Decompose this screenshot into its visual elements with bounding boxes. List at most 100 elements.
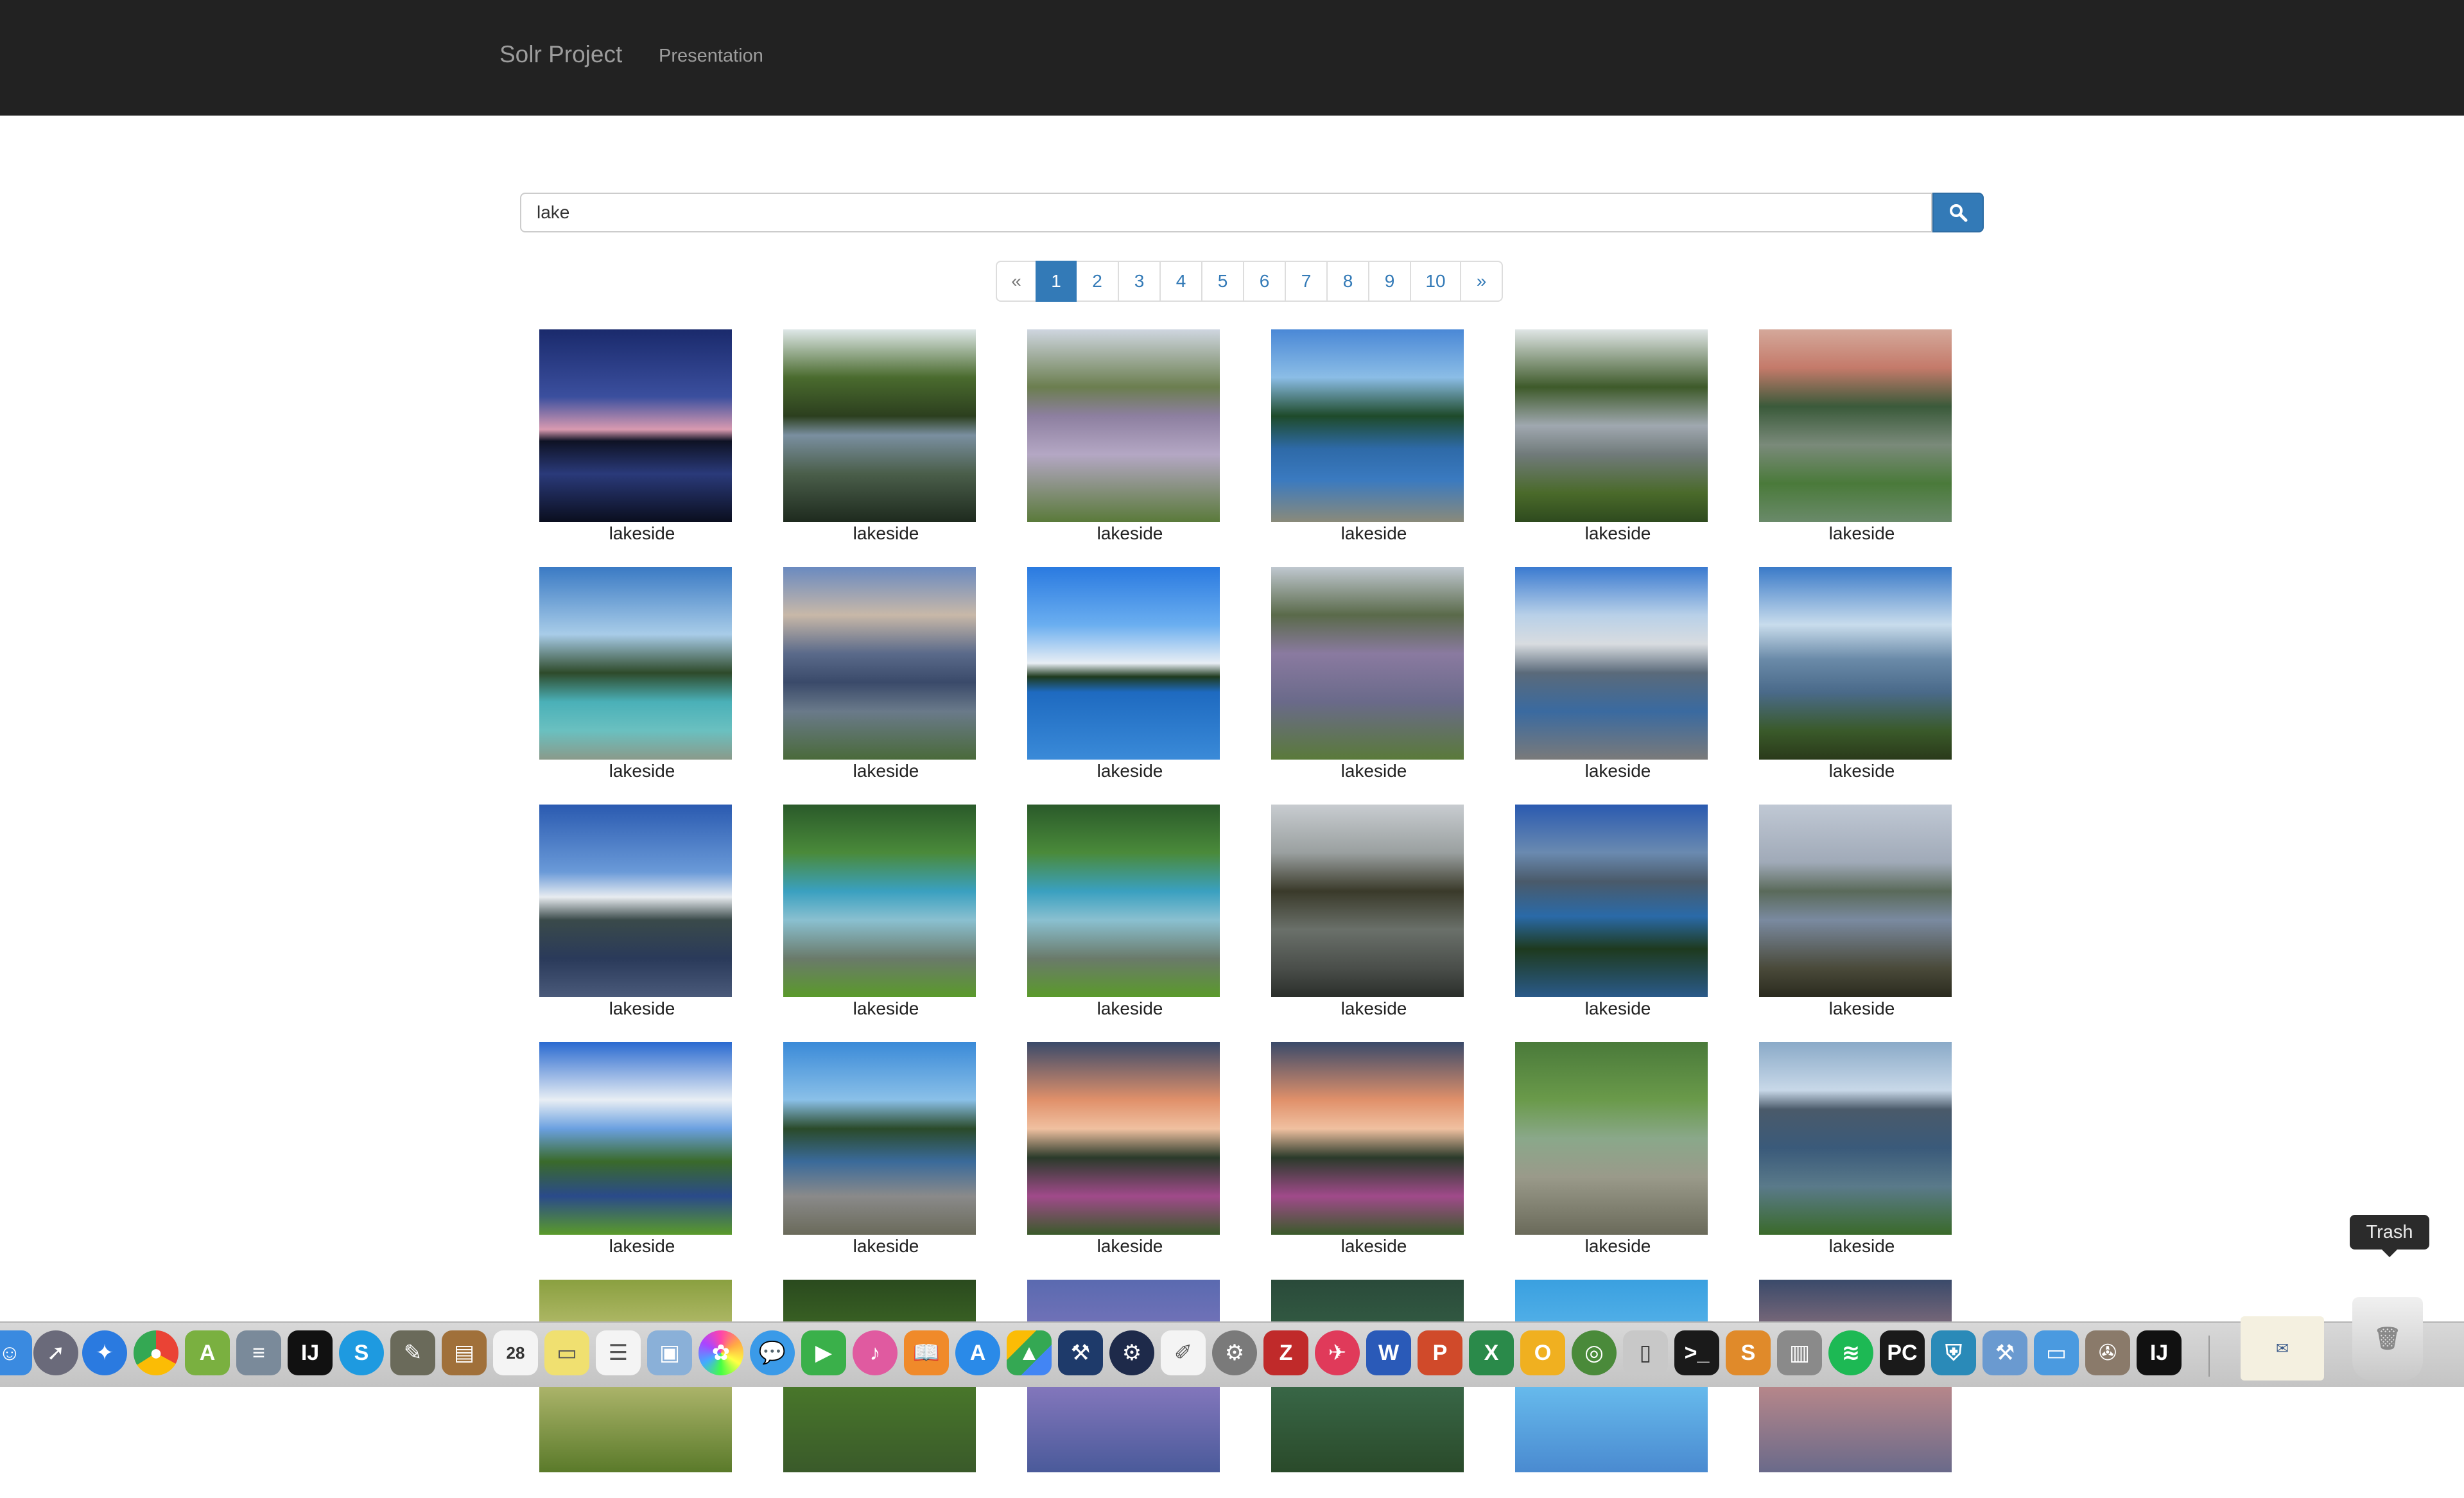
- preview-icon[interactable]: ▣: [647, 1330, 692, 1375]
- result-thumbnail[interactable]: [783, 329, 976, 522]
- result-thumbnail[interactable]: [1515, 567, 1708, 760]
- finder-icon[interactable]: ☺: [0, 1330, 32, 1375]
- notes-book-icon[interactable]: ▤: [442, 1330, 487, 1375]
- page-3[interactable]: 3: [1118, 261, 1161, 302]
- result-thumbnail[interactable]: [1759, 329, 1952, 522]
- google-drive-icon[interactable]: ▲: [1007, 1330, 1052, 1375]
- pycharm-icon[interactable]: PC: [1880, 1330, 1925, 1375]
- result-card[interactable]: [1271, 1280, 1464, 1498]
- page-prev[interactable]: «: [996, 261, 1037, 302]
- result-card[interactable]: lakeside: [539, 567, 732, 785]
- itunes-icon[interactable]: ♪: [853, 1330, 898, 1375]
- result-card[interactable]: lakeside: [783, 1042, 976, 1260]
- result-thumbnail[interactable]: [1759, 567, 1952, 760]
- result-thumbnail[interactable]: [1271, 805, 1464, 997]
- result-card[interactable]: lakeside: [1027, 329, 1220, 548]
- result-card[interactable]: [539, 1280, 732, 1498]
- notes-icon[interactable]: ▭: [544, 1330, 589, 1375]
- result-card[interactable]: lakeside: [1027, 567, 1220, 785]
- network-icon[interactable]: ◎: [1572, 1330, 1617, 1375]
- facetime-icon[interactable]: ▶: [801, 1330, 846, 1375]
- page-9[interactable]: 9: [1368, 261, 1411, 302]
- intellij-2-icon[interactable]: IJ: [2137, 1330, 2182, 1375]
- vpn-icon[interactable]: ⛨: [1931, 1330, 1976, 1375]
- result-card[interactable]: lakeside: [783, 805, 976, 1023]
- result-thumbnail[interactable]: [1027, 329, 1220, 522]
- result-thumbnail[interactable]: [539, 805, 732, 997]
- result-card[interactable]: lakeside: [539, 805, 732, 1023]
- intellij-icon[interactable]: IJ: [288, 1330, 333, 1375]
- spotify-icon[interactable]: ≋: [1828, 1330, 1873, 1375]
- page-2[interactable]: 2: [1075, 261, 1119, 302]
- page-5[interactable]: 5: [1201, 261, 1244, 302]
- android-studio-icon[interactable]: A: [185, 1330, 230, 1375]
- messages-icon[interactable]: 💬: [750, 1330, 795, 1375]
- page-next[interactable]: »: [1460, 261, 1503, 302]
- page-1[interactable]: 1: [1036, 261, 1077, 302]
- result-thumbnail[interactable]: [539, 1042, 732, 1235]
- result-thumbnail[interactable]: [1759, 1042, 1952, 1235]
- result-card[interactable]: lakeside: [1515, 567, 1708, 785]
- result-card[interactable]: lakeside: [539, 1042, 732, 1260]
- result-thumbnail[interactable]: [1027, 1042, 1220, 1235]
- result-card[interactable]: lakeside: [1271, 805, 1464, 1023]
- launchpad-icon[interactable]: ➚: [33, 1330, 78, 1375]
- result-thumbnail[interactable]: [1515, 805, 1708, 997]
- result-card[interactable]: lakeside: [1027, 805, 1220, 1023]
- terminal-icon[interactable]: >_: [1674, 1330, 1719, 1375]
- result-card[interactable]: lakeside: [1027, 1042, 1220, 1260]
- trash-icon[interactable]: 🗑: [2352, 1297, 2423, 1380]
- result-thumbnail[interactable]: [1515, 1042, 1708, 1235]
- folder-icon[interactable]: ▭: [2034, 1330, 2079, 1375]
- textedit-icon[interactable]: ✐: [1161, 1330, 1206, 1375]
- instruments-icon[interactable]: ✇: [2085, 1330, 2130, 1375]
- photos-icon[interactable]: ✿: [698, 1330, 743, 1375]
- database-icon[interactable]: ≡: [236, 1330, 281, 1375]
- brand-link[interactable]: Solr Project: [499, 41, 622, 68]
- result-thumbnail[interactable]: [783, 1042, 976, 1235]
- result-thumbnail[interactable]: [1759, 805, 1952, 997]
- nav-link-presentation[interactable]: Presentation: [659, 46, 763, 67]
- reminders-icon[interactable]: ☰: [596, 1330, 641, 1375]
- sublime-icon[interactable]: S: [1726, 1330, 1771, 1375]
- chrome-icon[interactable]: ●: [134, 1330, 178, 1375]
- result-card[interactable]: [1515, 1280, 1708, 1498]
- result-thumbnail[interactable]: [1271, 1042, 1464, 1235]
- page-4[interactable]: 4: [1159, 261, 1202, 302]
- archive-icon[interactable]: ▥: [1777, 1330, 1822, 1375]
- xcode-icon[interactable]: ⚒: [1058, 1330, 1103, 1375]
- excel-icon[interactable]: X: [1469, 1330, 1514, 1375]
- skype-icon[interactable]: S: [339, 1330, 384, 1375]
- app-store-icon[interactable]: A: [955, 1330, 1000, 1375]
- steam-icon[interactable]: ⚙: [1109, 1330, 1154, 1375]
- result-thumbnail[interactable]: [539, 567, 732, 760]
- search-button[interactable]: [1932, 193, 1984, 232]
- result-thumbnail[interactable]: [539, 329, 732, 522]
- search-input[interactable]: [520, 193, 1932, 232]
- page-10[interactable]: 10: [1410, 261, 1461, 302]
- ibooks-icon[interactable]: 📖: [904, 1330, 949, 1375]
- result-card[interactable]: lakeside: [1759, 567, 1952, 785]
- result-card[interactable]: lakeside: [783, 567, 976, 785]
- result-card[interactable]: lakeside: [1759, 805, 1952, 1023]
- page-6[interactable]: 6: [1243, 261, 1286, 302]
- result-thumbnail[interactable]: [1027, 567, 1220, 760]
- result-card[interactable]: lakeside: [539, 329, 732, 548]
- result-thumbnail[interactable]: [783, 567, 976, 760]
- result-card[interactable]: lakeside: [1515, 1042, 1708, 1260]
- iphone-simulator-icon[interactable]: ▯: [1623, 1330, 1668, 1375]
- result-card[interactable]: lakeside: [1271, 329, 1464, 548]
- filezilla-icon[interactable]: Z: [1263, 1330, 1308, 1375]
- result-thumbnail[interactable]: [783, 805, 976, 997]
- result-card[interactable]: [783, 1280, 976, 1498]
- outlook-icon[interactable]: O: [1520, 1330, 1565, 1375]
- page-8[interactable]: 8: [1326, 261, 1369, 302]
- powerpoint-icon[interactable]: P: [1418, 1330, 1462, 1375]
- result-card[interactable]: lakeside: [1271, 567, 1464, 785]
- result-thumbnail[interactable]: [1027, 805, 1220, 997]
- airmail-icon[interactable]: ✈: [1315, 1330, 1360, 1375]
- result-card[interactable]: lakeside: [1759, 1042, 1952, 1260]
- result-card[interactable]: lakeside: [1271, 1042, 1464, 1260]
- result-thumbnail[interactable]: [1271, 329, 1464, 522]
- word-icon[interactable]: W: [1366, 1330, 1411, 1375]
